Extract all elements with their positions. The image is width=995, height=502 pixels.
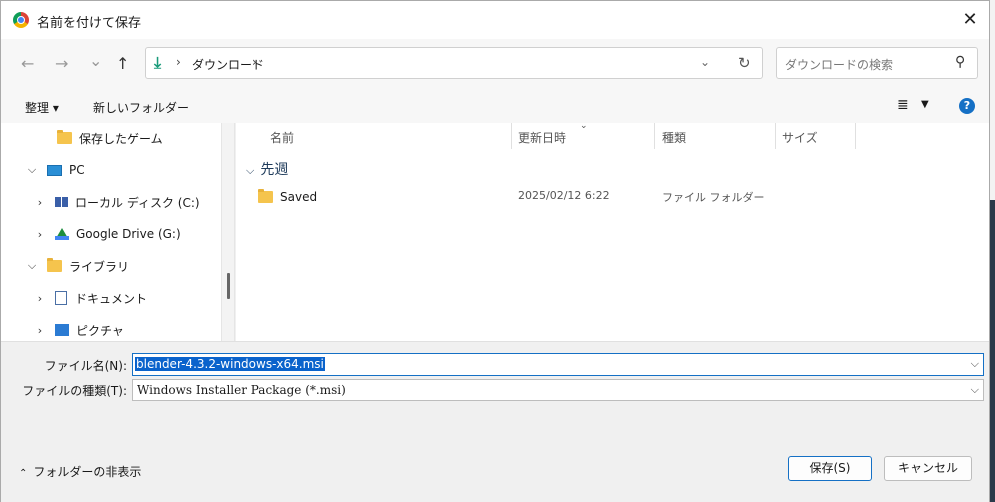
recent-locations-button[interactable]: ⌄ [89,51,102,70]
file-modified: 2025/02/12 6:22 [518,189,610,202]
sidebar-item-saved-games[interactable]: 保存したゲーム [57,127,163,149]
search-icon: ⚲ [954,54,965,70]
chevron-right-icon[interactable]: › [33,292,47,305]
column-header-size[interactable]: サイズ [782,123,818,151]
sidebar-item-label: 保存したゲーム [79,131,163,146]
file-list: 名前 ⌄ 更新日時 種類 サイズ ⌵ 先週 Saved 2025/02/12 6:… [236,121,989,341]
scrollbar-thumb[interactable] [227,273,230,299]
view-options-icon[interactable]: ≣ [897,97,909,113]
hide-folders-label: フォルダーの非表示 [33,465,142,479]
search-input[interactable]: ダウンロードの検索 [785,56,893,73]
save-as-dialog: 名前を付けて保存 ✕ ← → ⌄ ↑ ⤓ › ダウンロード › ⌄ ↻ ダウンロ… [0,0,990,502]
chevron-up-icon: ⌃ [19,468,28,479]
title-bar: 名前を付けて保存 ✕ [1,1,989,39]
organize-button[interactable]: 整理 ▾ [25,99,59,116]
refresh-button[interactable]: ↻ [738,54,751,72]
search-box[interactable]: ダウンロードの検索 ⚲ [776,47,978,79]
chrome-icon [13,12,29,28]
filetype-select[interactable]: Windows Installer Package (*.msi) ⌵ [132,379,984,401]
save-button[interactable]: 保存(S) [788,456,872,481]
close-button[interactable]: ✕ [955,5,985,35]
chevron-down-icon[interactable]: ⌵ [246,164,254,177]
group-label: 先週 [260,162,289,178]
folder-icon [258,189,273,203]
sidebar-item-pictures[interactable]: › ピクチャ [33,319,124,341]
column-separator[interactable] [775,123,776,149]
disk-icon [55,197,68,207]
pane-splitter[interactable] [221,123,235,341]
sidebar-item-libraries[interactable]: ⌵ ライブラリ [25,255,129,277]
command-bar: 整理 ▾ 新しいフォルダー ≣ ▼ ? [1,91,989,123]
sidebar-item-label: ライブラリ [69,259,130,274]
download-icon: ⤓ [154,53,162,72]
list-item[interactable]: Saved [258,187,317,207]
sidebar-item-label: Google Drive (G:) [76,227,181,241]
chevron-right-icon[interactable]: › [33,228,47,241]
hide-folders-toggle[interactable]: ⌃ フォルダーの非表示 [19,463,141,480]
breadcrumb-separator[interactable]: › [176,55,181,69]
sidebar-item-pc[interactable]: ⌵ PC [25,159,85,181]
view-options-dropdown[interactable]: ▼ [921,99,929,110]
dialog-footer: ⌃ フォルダーの非表示 保存(S) キャンセル [1,441,989,502]
sidebar-item-label: ドキュメント [75,291,148,306]
save-fields: ファイル名(N): blender-4.3.2-windows-x64.msi … [1,341,989,441]
address-history-dropdown[interactable]: ⌄ [700,55,710,69]
filetype-label: ファイルの種類(T): [22,384,127,398]
sidebar-item-google-drive[interactable]: › Google Drive (G:) [33,223,181,245]
filename-field[interactable]: blender-4.3.2-windows-x64.msi ⌵ [132,353,984,376]
sidebar-item-label: ローカル ディスク (C:) [75,195,200,210]
new-folder-button[interactable]: 新しいフォルダー [93,99,189,116]
up-button[interactable]: ↑ [116,54,129,73]
chevron-down-icon[interactable]: ⌵ [25,259,39,273]
back-button[interactable]: ← [21,54,34,73]
picture-icon [55,324,69,336]
chevron-down-icon[interactable]: ⌵ [25,163,39,177]
chevron-down-icon[interactable]: ⌵ [971,357,979,371]
chevron-right-icon[interactable]: › [33,324,47,337]
chevron-down-icon[interactable]: ⌵ [971,383,979,397]
column-header-name[interactable]: 名前 [270,123,294,151]
cancel-button[interactable]: キャンセル [884,456,972,481]
sort-descending-icon: ⌄ [580,121,588,131]
help-icon[interactable]: ? [959,98,975,114]
column-header-modified[interactable]: 更新日時 [518,123,566,151]
column-separator[interactable] [855,123,856,149]
column-separator[interactable] [511,123,512,149]
chevron-right-icon[interactable]: › [33,196,47,209]
group-header-last-week[interactable]: ⌵ 先週 [246,159,288,179]
google-drive-icon [55,228,69,240]
breadcrumb-separator[interactable]: › [252,55,257,69]
column-header-type[interactable]: 種類 [662,123,686,151]
file-type: ファイル フォルダー [662,191,765,204]
column-separator[interactable] [654,123,655,149]
navigation-bar: ← → ⌄ ↑ ⤓ › ダウンロード › ⌄ ↻ ダウンロードの検索 ⚲ [1,39,989,91]
folder-icon [47,258,62,272]
forward-button[interactable]: → [55,54,68,73]
sidebar-item-local-disk[interactable]: › ローカル ディスク (C:) [33,191,200,213]
document-icon [55,291,67,305]
filetype-value: Windows Installer Package (*.msi) [137,383,346,397]
dialog-title: 名前を付けて保存 [37,16,142,31]
pc-icon [47,164,62,176]
sidebar-item-label: ピクチャ [76,323,124,338]
address-bar[interactable]: ⤓ › ダウンロード › ⌄ ↻ [145,47,763,79]
navigation-pane: 保存したゲーム ⌵ PC › ローカル ディスク (C:) › Google D… [1,123,221,341]
sidebar-item-label: PC [69,163,85,177]
folder-icon [57,130,72,144]
filename-input[interactable]: blender-4.3.2-windows-x64.msi [135,357,325,371]
filename-label: ファイル名(N): [44,359,127,373]
file-name: Saved [280,190,318,204]
sidebar-item-documents[interactable]: › ドキュメント [33,287,147,309]
